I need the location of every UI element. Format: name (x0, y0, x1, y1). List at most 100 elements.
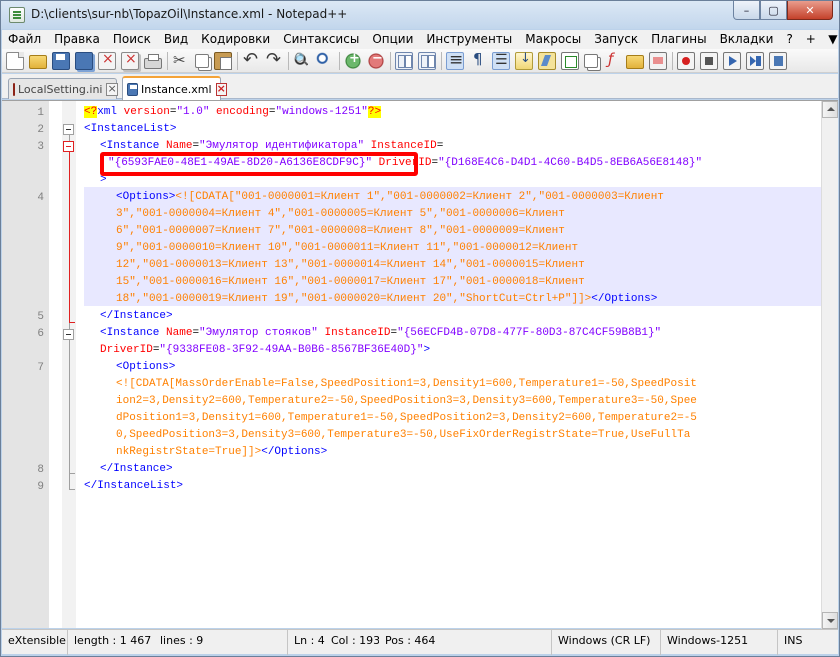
fold-toggle-icon[interactable] (63, 141, 74, 152)
code-line: <Instance Name="Эмулятор стояков" Instan… (100, 325, 661, 342)
toolbar-separator (390, 51, 391, 70)
status-eol-format[interactable]: Windows (CR LF) (552, 630, 661, 655)
status-encoding[interactable]: Windows-1251 (661, 630, 778, 655)
xml-value: "1.0" (176, 106, 210, 118)
cdata-text: <![CDATA["001-0000001=Клиент 1","001-000… (175, 191, 664, 203)
new-tab-menu-button[interactable]: + (800, 30, 822, 49)
status-lines: lines : 9 (154, 630, 288, 655)
scroll-up-arrow-icon[interactable] (822, 101, 838, 118)
minimize-button[interactable]: – (733, 1, 760, 20)
tab-instance-xml[interactable]: Instance.xml × (122, 76, 227, 100)
menu-plugins[interactable]: Плагины (645, 30, 713, 49)
tab-close-icon[interactable]: × (106, 82, 118, 96)
monitoring-icon[interactable] (649, 51, 667, 70)
zoom-in-icon[interactable] (344, 51, 362, 70)
xml-attr: version (117, 106, 170, 118)
copy-icon[interactable] (195, 53, 209, 68)
xml-tag: xml (97, 106, 118, 118)
fold-end-marker (69, 489, 75, 490)
menu-tabs[interactable]: Вкладки (714, 30, 781, 49)
paste-icon[interactable] (214, 51, 232, 70)
status-bar: eXtensible I length : 1 467 lines : 9 Ln… (2, 629, 838, 655)
xml-tag: </Options> (261, 446, 328, 458)
window-controls: – ▢ ✕ (733, 1, 833, 21)
saved-file-icon (127, 82, 138, 96)
save-all-icon[interactable] (75, 51, 93, 70)
open-folder-icon[interactable] (29, 54, 47, 69)
text-editor[interactable]: 1 2 3 4 5 6 7 8 9 <?xml version="1.0" en… (2, 100, 838, 629)
playback-macro-icon[interactable] (723, 51, 741, 70)
folder-as-workspace-icon[interactable] (603, 50, 621, 70)
replace-icon[interactable] (316, 51, 334, 70)
menu-search[interactable]: Поиск (107, 30, 158, 49)
indent-guide-icon[interactable] (492, 51, 510, 70)
find-icon[interactable] (293, 51, 311, 70)
fold-toggle-icon[interactable] (63, 124, 74, 135)
xml-tag: > (423, 344, 431, 356)
menu-language[interactable]: Синтаксисы (277, 30, 366, 49)
fold-line-active (69, 152, 70, 322)
new-file-icon[interactable] (6, 51, 24, 70)
toolbar-separator (167, 51, 168, 70)
menu-run[interactable]: Запуск (588, 30, 645, 49)
menu-file[interactable]: Файл (2, 30, 48, 49)
code-line: </Instance> (100, 461, 173, 478)
document-map-icon[interactable] (561, 51, 579, 70)
undo-icon[interactable] (242, 49, 260, 70)
menu-macro[interactable]: Макросы (519, 30, 588, 49)
xml-value: "windows-1251" (275, 106, 368, 118)
define-language-icon[interactable] (515, 51, 533, 70)
menu-edit[interactable]: Правка (48, 30, 107, 49)
user-defined-language-icon[interactable] (538, 51, 556, 70)
run-macro-multiple-icon[interactable] (746, 51, 764, 70)
menu-help[interactable]: ? (780, 30, 799, 49)
open-folder-workspace-icon[interactable] (626, 54, 644, 69)
xml-pi-open: <? (84, 106, 98, 118)
line-number: 5 (37, 311, 44, 323)
maximize-button[interactable]: ▢ (760, 1, 787, 20)
cut-icon[interactable] (172, 51, 190, 70)
menu-encoding[interactable]: Кодировки (195, 30, 277, 49)
fold-toggle-icon[interactable] (63, 329, 74, 340)
line-number: 4 (37, 192, 44, 204)
record-macro-icon[interactable] (677, 51, 695, 70)
scroll-down-arrow-icon[interactable] (822, 612, 838, 629)
fold-line (69, 473, 70, 489)
status-column: Col : 193 (331, 634, 379, 647)
xml-tag: </Instance> (100, 463, 173, 475)
menu-tools[interactable]: Инструменты (420, 30, 519, 49)
sync-horizontal-scroll-icon[interactable] (418, 51, 436, 70)
cdata-text: 18","001-0000019=Клиент 19","001-0000020… (116, 293, 592, 305)
cdata-text: 15","001-0000016=Клиент 16","001-0000017… (116, 276, 585, 288)
save-macro-icon[interactable] (769, 51, 787, 70)
toolbar-separator (441, 51, 442, 70)
xml-attr: encoding (209, 106, 269, 118)
menu-settings[interactable]: Опции (366, 30, 420, 49)
sync-vertical-scroll-icon[interactable] (395, 51, 413, 70)
tab-list-menu-button[interactable]: ▼ (822, 30, 840, 49)
status-language[interactable]: eXtensible I (2, 630, 68, 655)
xml-value: "{56ECFD4B-07D8-477F-80D3-87C4CF59B8B1}" (397, 327, 662, 339)
close-file-icon[interactable] (98, 51, 116, 70)
vertical-scrollbar[interactable] (821, 101, 838, 629)
zoom-out-icon[interactable] (367, 51, 385, 70)
redo-icon[interactable] (265, 49, 283, 70)
word-wrap-icon[interactable] (446, 50, 464, 70)
close-button[interactable]: ✕ (787, 1, 833, 20)
xml-value: "{9338FE08-3F92-49AA-B0B6-8567BF36E40D}" (159, 344, 424, 356)
function-list-icon[interactable] (584, 53, 598, 68)
stop-recording-icon[interactable] (700, 51, 718, 70)
save-icon[interactable] (52, 51, 70, 70)
status-insert-mode[interactable]: INS (778, 630, 838, 655)
code-line: nkRegistrState=True]]></Options> (116, 444, 327, 461)
xml-tag: </Instance> (100, 310, 173, 322)
tab-localsetting-ini[interactable]: LocalSetting.ini × (8, 78, 118, 99)
close-all-icon[interactable] (121, 51, 139, 70)
unsaved-file-icon (13, 82, 15, 96)
xml-tag: <InstanceList> (84, 123, 177, 135)
menu-view[interactable]: Вид (158, 30, 195, 49)
show-all-characters-icon[interactable] (469, 50, 487, 70)
tab-close-icon[interactable]: × (215, 82, 227, 96)
print-icon[interactable] (144, 54, 162, 69)
xml-tag: <Options> (116, 361, 176, 373)
